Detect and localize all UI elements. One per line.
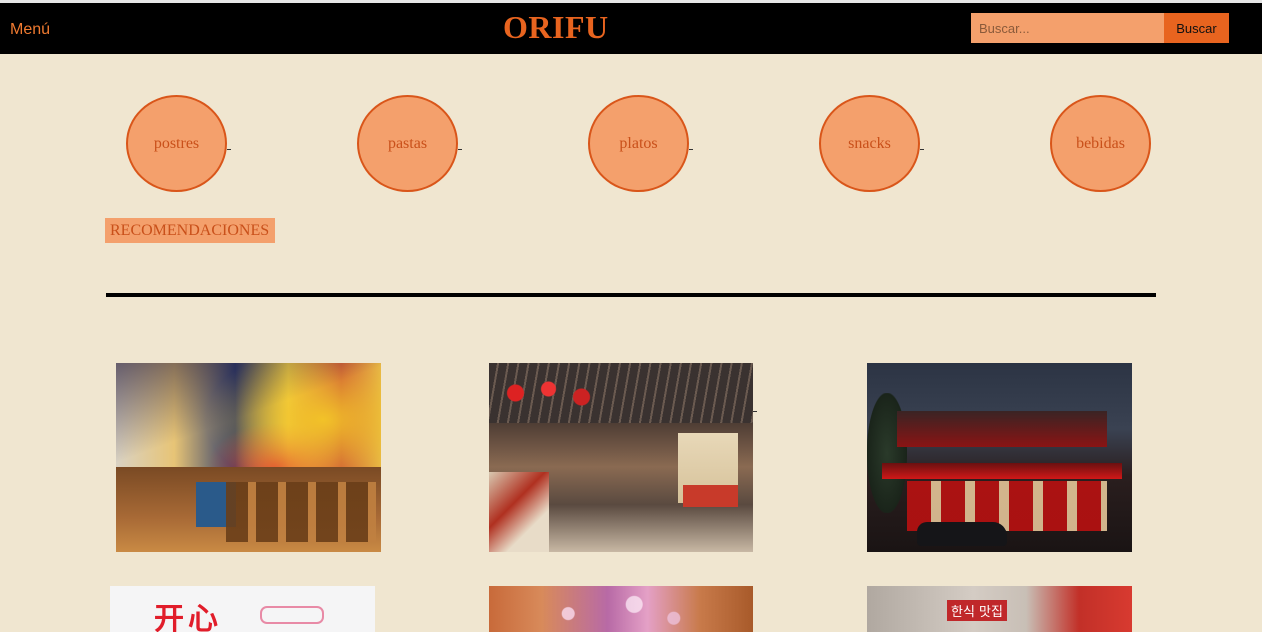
link-underline bbox=[227, 149, 231, 150]
category-snacks[interactable]: snacks bbox=[819, 95, 920, 192]
photo-upper-roof bbox=[897, 411, 1107, 447]
restaurant-photo-1[interactable] bbox=[116, 363, 381, 552]
photo-lower-roof bbox=[882, 463, 1122, 479]
link-underline bbox=[920, 149, 924, 150]
photo-lanterns bbox=[499, 373, 609, 413]
section-divider bbox=[106, 293, 1156, 297]
restaurant-photo-6[interactable]: 한식 맛집 bbox=[867, 586, 1132, 632]
storefront-sign-script bbox=[260, 606, 324, 624]
search-input[interactable] bbox=[971, 13, 1164, 43]
recommendations-heading: RECOMENDACIONES bbox=[105, 218, 275, 243]
search-button[interactable]: Buscar bbox=[1164, 13, 1229, 43]
storefront-sign-logo: 开心 bbox=[154, 602, 222, 632]
top-navbar: Menú ORIFU Buscar bbox=[0, 3, 1262, 54]
restaurant-photo-2[interactable] bbox=[489, 363, 753, 552]
photo-car bbox=[917, 522, 1007, 546]
link-underline bbox=[753, 411, 757, 412]
category-postres[interactable]: postres bbox=[126, 95, 227, 192]
photo-mural bbox=[489, 472, 549, 552]
restaurant-photo-4[interactable]: 开心 bbox=[110, 586, 375, 632]
photo-flowers bbox=[489, 586, 753, 632]
link-underline bbox=[458, 149, 462, 150]
site-logo[interactable]: ORIFU bbox=[503, 9, 609, 46]
restaurant-photo-5[interactable] bbox=[489, 586, 753, 632]
street-signage-graphic: 한식 맛집 bbox=[947, 600, 1007, 621]
category-pastas[interactable]: pastas bbox=[357, 95, 458, 192]
category-bebidas[interactable]: bebidas bbox=[1050, 95, 1151, 192]
menu-link[interactable]: Menú bbox=[10, 21, 50, 39]
link-underline bbox=[689, 149, 693, 150]
photo-counter bbox=[683, 485, 738, 507]
category-platos[interactable]: platos bbox=[588, 95, 689, 192]
restaurant-photo-3[interactable] bbox=[867, 363, 1132, 552]
photo-tables bbox=[226, 482, 376, 542]
